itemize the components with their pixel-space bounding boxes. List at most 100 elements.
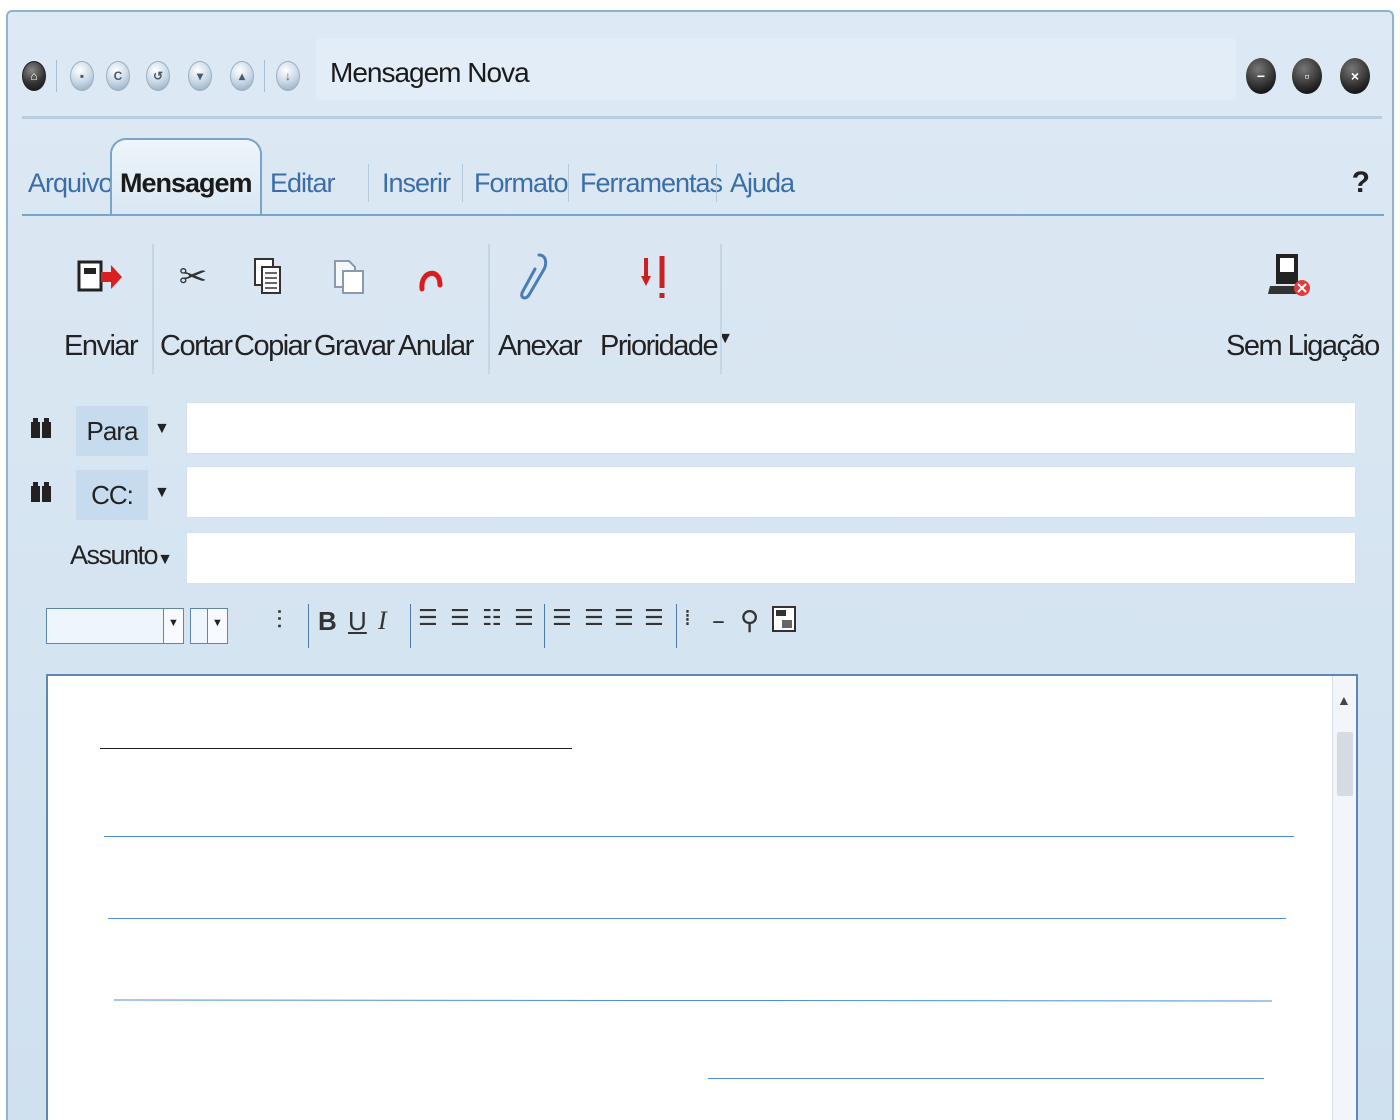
to-row: Para ▼ xyxy=(8,402,1392,458)
send-label: Enviar xyxy=(64,330,139,362)
address-book-icon[interactable] xyxy=(30,480,52,510)
download-icon[interactable]: ↓ xyxy=(276,61,300,91)
menu-bar: Arquivo Mensagem Editar Inserir Formato … xyxy=(8,130,1392,216)
refresh-icon[interactable]: C xyxy=(106,61,130,91)
menu-divider xyxy=(462,164,463,202)
home-icon[interactable]: ⌂ xyxy=(22,61,46,91)
indent-icon[interactable]: ⫶ xyxy=(276,606,283,637)
cc-row: CC: ▼ xyxy=(8,466,1392,522)
title-divider xyxy=(22,116,1382,119)
format-toolbar: ▼ ▼ ⫶ B U I ☰ ☰ ☷ ☰ ☰ ☰ ☰ ☰ ⁞ – ⚲ xyxy=(8,596,1392,648)
paperclip-icon xyxy=(498,246,570,308)
justify-right-icon[interactable]: ☰ xyxy=(614,606,634,631)
justify-left-icon[interactable]: ☰ xyxy=(552,606,572,631)
help-icon[interactable]: ? xyxy=(1352,166,1370,200)
cut-label: Cortar xyxy=(160,330,233,362)
arrow-up-icon[interactable]: ▴ xyxy=(230,61,254,91)
save-draft-label: Gravar xyxy=(314,330,395,362)
search-icon[interactable]: ⚲ xyxy=(740,606,759,636)
restore-icon[interactable]: ▫ xyxy=(1292,58,1322,94)
offline-button[interactable]: Sem Ligação xyxy=(1226,246,1380,363)
priority-text: Prioridade xyxy=(600,330,719,362)
align-left-icon[interactable]: ☰ xyxy=(418,606,438,631)
scroll-up-icon[interactable]: ▲ xyxy=(1337,692,1351,708)
chevron-down-icon[interactable]: ▼ xyxy=(207,609,227,643)
tab-formato[interactable]: Formato xyxy=(474,168,569,199)
arrow-down-icon[interactable]: ▾ xyxy=(188,61,212,91)
subject-row: Assunto▼ xyxy=(8,532,1392,588)
divider-line xyxy=(100,748,572,749)
format-divider xyxy=(410,604,411,648)
tab-inserir[interactable]: Inserir xyxy=(382,168,451,199)
save-icon[interactable]: ▪ xyxy=(70,61,94,91)
tab-editar[interactable]: Editar xyxy=(270,168,336,199)
tab-ajuda[interactable]: Ajuda xyxy=(730,168,795,199)
priority-icon xyxy=(600,246,710,308)
address-book-icon[interactable] xyxy=(30,416,52,446)
save-draft-icon xyxy=(314,246,384,308)
copy-button[interactable]: Copiar xyxy=(234,246,312,363)
to-field[interactable] xyxy=(186,402,1356,454)
divider-line xyxy=(708,1078,1264,1079)
vertical-scrollbar[interactable]: ▲ xyxy=(1332,676,1356,1120)
cc-field[interactable] xyxy=(186,466,1356,518)
subject-dropdown-icon[interactable]: ▼ xyxy=(157,551,173,568)
undo-arc-icon xyxy=(398,246,464,308)
tab-arquivo[interactable]: Arquivo xyxy=(28,168,114,199)
cc-button[interactable]: CC: xyxy=(76,470,148,520)
subject-field[interactable] xyxy=(186,532,1356,584)
chevron-down-icon[interactable]: ▼ xyxy=(163,609,183,643)
undo-icon[interactable]: ↺ xyxy=(146,61,170,91)
copy-icon xyxy=(234,246,302,308)
align-center-icon[interactable]: ☰ xyxy=(450,606,470,631)
attach-label: Anexar xyxy=(498,330,582,362)
tab-mensagem[interactable]: Mensagem xyxy=(110,138,262,216)
offline-label: Sem Ligação xyxy=(1226,330,1380,362)
menu-divider xyxy=(716,164,717,202)
numbered-list-icon[interactable]: ☰ xyxy=(514,606,534,631)
save-draft-button[interactable]: Gravar xyxy=(314,246,395,363)
format-divider xyxy=(676,604,677,648)
window-title: Mensagem Nova xyxy=(316,38,1236,100)
ribbon-divider xyxy=(720,244,722,374)
cc-dropdown-icon[interactable]: ▼ xyxy=(154,484,170,502)
scissors-icon: ✂ xyxy=(178,258,208,296)
insert-image-icon[interactable] xyxy=(772,606,796,639)
outdent-icon[interactable]: ⁞ xyxy=(684,606,691,631)
attach-button[interactable]: Anexar xyxy=(498,246,582,363)
font-size-select[interactable]: ▼ xyxy=(190,608,228,644)
to-button[interactable]: Para xyxy=(76,406,148,456)
offline-icon xyxy=(1226,246,1354,308)
bullet-list-icon[interactable]: ☷ xyxy=(482,606,502,631)
cut-button[interactable]: ✂ Cortar xyxy=(160,246,233,363)
send-button[interactable]: Enviar xyxy=(64,246,139,363)
ribbon-toolbar: Enviar ✂ Cortar Copiar Gravar Anular Ane… xyxy=(8,234,1392,384)
minimize-icon[interactable]: − xyxy=(1246,58,1276,94)
tab-ferramentas[interactable]: Ferramentas xyxy=(580,168,723,199)
italic-button[interactable]: I xyxy=(378,606,387,636)
format-divider xyxy=(544,604,545,648)
message-body[interactable]: ▲ xyxy=(46,674,1358,1120)
divider-line xyxy=(104,836,1294,837)
priority-button[interactable]: Prioridade▼ xyxy=(600,246,733,363)
menu-divider xyxy=(568,164,569,202)
toolbar-divider xyxy=(264,60,265,92)
close-icon[interactable]: × xyxy=(1340,58,1370,94)
bold-button[interactable]: B xyxy=(318,606,337,637)
horizontal-rule-icon[interactable]: – xyxy=(712,606,725,636)
ribbon-divider xyxy=(488,244,490,374)
font-select[interactable]: ▼ xyxy=(46,608,184,644)
justify-full-icon[interactable]: ☰ xyxy=(644,606,664,631)
to-dropdown-icon[interactable]: ▼ xyxy=(154,420,170,438)
divider-line xyxy=(113,999,1273,1002)
ribbon-divider xyxy=(152,244,154,374)
divider-line xyxy=(108,918,1286,919)
title-bar: ⌂ ▪ C ↺ ▾ ▴ ↓ Mensagem Nova − ▫ × xyxy=(8,12,1392,122)
undo-label: Anular xyxy=(398,330,474,362)
justify-center-icon[interactable]: ☰ xyxy=(584,606,604,631)
compose-window: ⌂ ▪ C ↺ ▾ ▴ ↓ Mensagem Nova − ▫ × Arquiv… xyxy=(6,10,1394,1120)
format-divider xyxy=(308,604,309,648)
undo-button[interactable]: Anular xyxy=(398,246,474,363)
underline-button[interactable]: U xyxy=(348,606,367,637)
scroll-thumb[interactable] xyxy=(1337,732,1353,796)
